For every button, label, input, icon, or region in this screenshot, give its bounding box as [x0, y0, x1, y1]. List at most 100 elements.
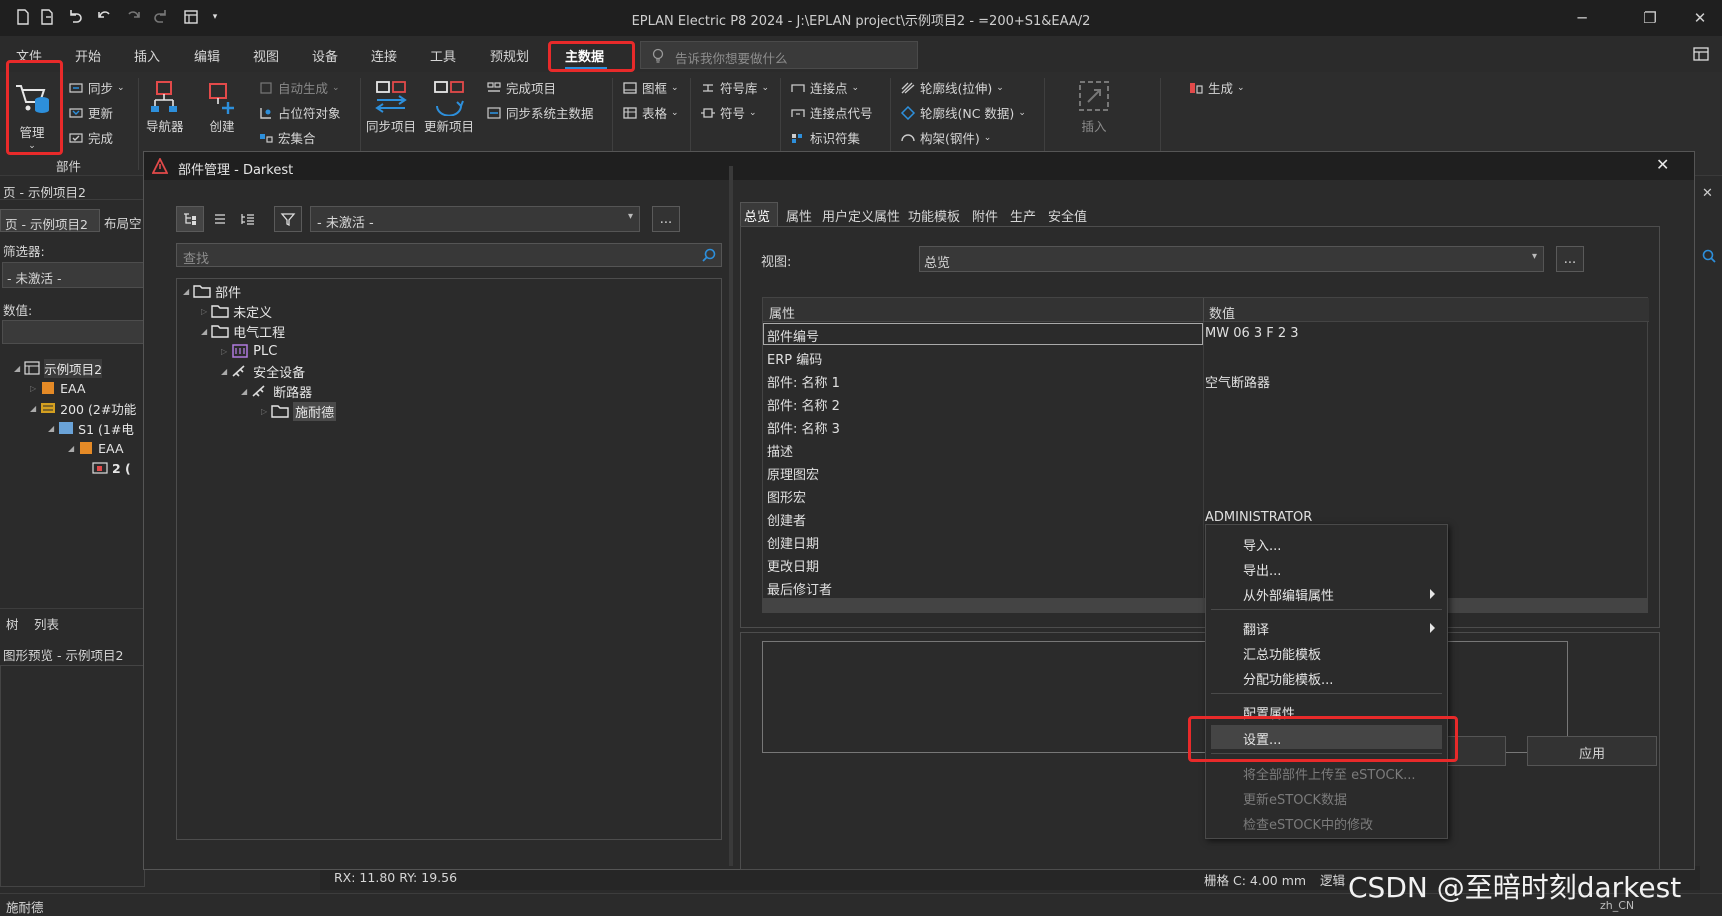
- symbol-library-button[interactable]: 符号库 ⌄: [700, 78, 769, 97]
- tree-node-breaker[interactable]: ◢ 断路器: [241, 381, 312, 401]
- update-project-button[interactable]: 更新项目: [424, 76, 474, 135]
- menu-item-export[interactable]: 导出...: [1206, 556, 1447, 580]
- filter-more-button[interactable]: ...: [652, 206, 680, 232]
- frame-button[interactable]: 图框 ⌄: [622, 78, 679, 97]
- tab-overview[interactable]: 总览: [744, 206, 770, 225]
- grid-row-erp-code[interactable]: ERP 编码: [763, 345, 1649, 368]
- tab-insert[interactable]: 插入: [134, 46, 160, 65]
- filter-select[interactable]: - 未激活 -: [2, 262, 145, 288]
- tree-node-page-2[interactable]: 2 (: [92, 458, 131, 478]
- symbol-button[interactable]: 符号 ⌄: [700, 103, 757, 122]
- tab-properties[interactable]: 属性: [786, 206, 812, 225]
- tab-tree[interactable]: 树: [6, 614, 19, 633]
- apply-button[interactable]: 应用: [1527, 736, 1657, 766]
- tab-view[interactable]: 视图: [253, 46, 279, 65]
- tree-node-electrical[interactable]: ◢ 电气工程: [201, 321, 285, 341]
- dialog-search-input[interactable]: 查找: [176, 243, 722, 267]
- menu-item-upload-estock[interactable]: 将全部部件上传至 eSTOCK...: [1206, 760, 1447, 784]
- value-input[interactable]: [2, 320, 145, 344]
- grid-row-schematic-macro[interactable]: 原理图宏: [763, 460, 1649, 483]
- create-button[interactable]: 创建: [204, 76, 240, 135]
- tab-edit[interactable]: 编辑: [194, 46, 220, 65]
- grid-row-graphic-macro[interactable]: 图形宏: [763, 483, 1649, 506]
- grid-row-name-1[interactable]: 部件: 名称 1 空气断路器: [763, 368, 1649, 391]
- tab-connect[interactable]: 连接: [371, 46, 397, 65]
- outline-nc-button[interactable]: 轮廓线(NC 数据) ⌄: [900, 103, 1026, 122]
- tree-node-eaa-sub[interactable]: ◢ EAA: [68, 438, 124, 458]
- navigator-button[interactable]: 导航器: [146, 76, 184, 135]
- tree-node-200[interactable]: ◢ 200 (2#功能: [30, 398, 136, 418]
- menu-item-import[interactable]: 导入...: [1206, 531, 1447, 555]
- tree-node-eaa[interactable]: ▷ EAA: [30, 378, 86, 398]
- tree-node-s1[interactable]: ◢ S1 (1#电: [48, 418, 134, 438]
- insert-button[interactable]: 插入: [1074, 76, 1114, 135]
- outline-stretch-button[interactable]: 轮廓线(拉伸) ⌄: [900, 78, 1004, 97]
- dialog-close-icon[interactable]: ✕: [1656, 155, 1669, 174]
- menu-item-summarize-templates[interactable]: 汇总功能模板: [1206, 640, 1447, 664]
- location-icon: [80, 442, 93, 454]
- tree-node-undefined[interactable]: ▷ 未定义: [201, 301, 272, 321]
- minimize-icon[interactable]: ─: [1562, 4, 1602, 32]
- tree-node-plc[interactable]: ▷ PLC: [221, 341, 277, 361]
- tab-device[interactable]: 设备: [312, 46, 338, 65]
- grid-row-part-number[interactable]: 部件编号 MW 06 3 F 2 3: [763, 322, 1649, 345]
- structure-steel-button[interactable]: 构架(钢件) ⌄: [900, 128, 991, 147]
- ribbon-options-icon[interactable]: [1692, 45, 1710, 63]
- tab-list[interactable]: 列表: [34, 614, 59, 633]
- insert-label: 插入: [1081, 119, 1107, 134]
- macro-set-button[interactable]: 宏集合: [258, 128, 316, 147]
- close-window-icon[interactable]: ✕: [1680, 4, 1720, 32]
- menu-item-external-edit[interactable]: 从外部编辑属性: [1206, 581, 1447, 605]
- tree-node-parts[interactable]: ◢ 部件: [183, 281, 241, 301]
- close-panel-icon[interactable]: ✕: [1702, 186, 1713, 201]
- tree-node-safety[interactable]: ◢ 安全设备: [221, 361, 305, 381]
- view-select[interactable]: 总览 ▾: [919, 246, 1544, 272]
- tree-view-button[interactable]: [176, 206, 204, 232]
- list-view-button[interactable]: [206, 206, 234, 232]
- view-more-button[interactable]: ...: [1556, 246, 1584, 272]
- connection-point-button[interactable]: 连接点 ⌄: [790, 78, 859, 97]
- tab-production[interactable]: 生产: [1010, 206, 1036, 225]
- grid-row-name-3[interactable]: 部件: 名称 3: [763, 414, 1649, 437]
- pane-splitter[interactable]: [729, 166, 733, 866]
- tree-list-view-button[interactable]: [234, 206, 262, 232]
- tab-safety-values[interactable]: 安全值: [1048, 206, 1087, 225]
- grid-row-name-2[interactable]: 部件: 名称 2: [763, 391, 1649, 414]
- auto-generate-button[interactable]: 自动生成 ⌄: [258, 78, 340, 97]
- menu-item-check-estock[interactable]: 检查eSTOCK中的修改: [1206, 810, 1447, 834]
- tab-tools[interactable]: 工具: [430, 46, 456, 65]
- tab-attachments[interactable]: 附件: [972, 206, 998, 225]
- tab-page-navigator[interactable]: 页 - 示例项目2: [0, 209, 100, 232]
- connection-point-code-button[interactable]: 连接点代号: [790, 103, 873, 122]
- search-icon[interactable]: [701, 247, 717, 263]
- search-icon[interactable]: [1701, 248, 1717, 264]
- menu-item-translate[interactable]: 翻译: [1206, 615, 1447, 639]
- installation-icon: [59, 422, 74, 434]
- grid-row-description[interactable]: 描述: [763, 437, 1649, 460]
- generate-button[interactable]: 生成 ⌄: [1188, 78, 1245, 97]
- sync-system-master-button[interactable]: 同步系统主数据: [486, 103, 594, 122]
- identifier-set-button[interactable]: 标识符集: [790, 128, 860, 147]
- sync-project-button[interactable]: 同步项目: [366, 76, 416, 135]
- update-button[interactable]: 更新: [68, 103, 113, 122]
- identifier-set-label: 标识符集: [810, 131, 861, 146]
- sync-button[interactable]: 同步 ⌄: [68, 78, 125, 97]
- restore-icon[interactable]: ❐: [1630, 4, 1670, 32]
- tab-start[interactable]: 开始: [75, 46, 101, 65]
- menu-item-update-estock[interactable]: 更新eSTOCK数据: [1206, 785, 1447, 809]
- filter-button[interactable]: [274, 206, 302, 232]
- status-selection: 施耐德: [6, 900, 44, 915]
- tab-function-templates[interactable]: 功能模板: [908, 206, 960, 225]
- tab-preplanning[interactable]: 预规划: [490, 46, 529, 65]
- tab-user-defined[interactable]: 用户定义属性: [822, 206, 900, 225]
- tree-node-project[interactable]: ◢ 示例项目2: [14, 358, 103, 378]
- tab-layout-space[interactable]: 布局空: [104, 213, 142, 232]
- dialog-filter-select[interactable]: - 未激活 - ▾: [310, 206, 640, 232]
- tree-node-schneider[interactable]: ▷ 施耐德: [261, 401, 337, 421]
- menu-item-assign-templates[interactable]: 分配功能模板...: [1206, 665, 1447, 689]
- complete-project-button[interactable]: 完成项目: [486, 78, 556, 97]
- table-button[interactable]: 表格 ⌄: [622, 103, 679, 122]
- tell-me-search[interactable]: 告诉我你想要做什么: [640, 41, 918, 69]
- complete-button[interactable]: 完成: [68, 128, 113, 147]
- placeholder-object-button[interactable]: 占位符对象: [258, 103, 341, 122]
